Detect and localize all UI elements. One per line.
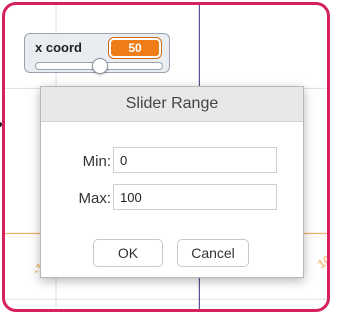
watcher-label: x coord bbox=[35, 40, 82, 55]
min-label: Min: bbox=[82, 153, 111, 170]
cancel-button[interactable]: Cancel bbox=[177, 239, 249, 267]
slider-knob[interactable] bbox=[92, 58, 108, 74]
max-input[interactable] bbox=[113, 184, 277, 210]
ok-button[interactable]: OK bbox=[93, 239, 163, 267]
watcher-value-badge: 50 bbox=[109, 38, 161, 58]
slider-track[interactable] bbox=[35, 58, 163, 74]
min-input[interactable] bbox=[113, 147, 277, 173]
variable-slider-watcher[interactable]: x coord 50 bbox=[24, 33, 170, 74]
max-row: Max: bbox=[41, 184, 303, 212]
min-row: Min: bbox=[41, 147, 303, 175]
max-label: Max: bbox=[78, 190, 111, 207]
slider-range-dialog: Slider Range Min: Max: OK Cancel bbox=[40, 86, 304, 278]
dialog-title: Slider Range bbox=[41, 87, 303, 122]
